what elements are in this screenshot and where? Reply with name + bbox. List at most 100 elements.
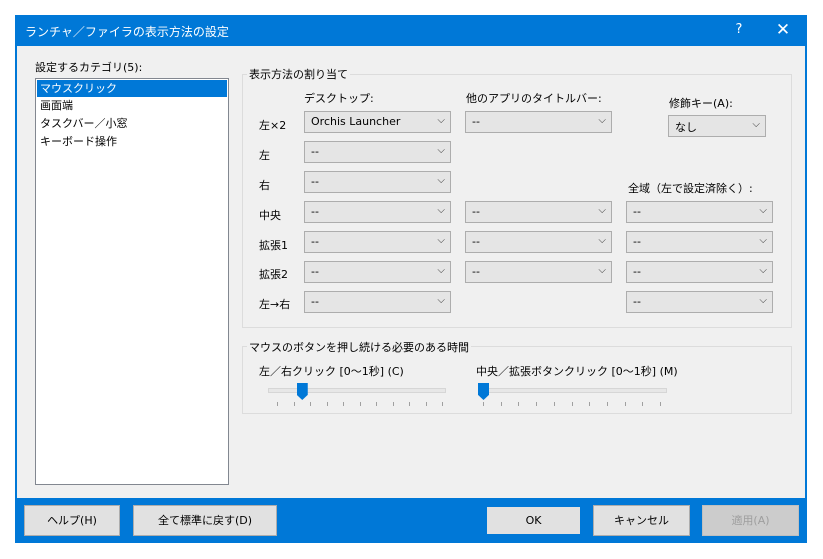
chevron-down-icon: ⌵ (598, 265, 606, 276)
select-value: -- (472, 265, 480, 278)
titlebar-column-header: 他のアプリのタイトルバー: (466, 92, 602, 105)
row-label-ext2: 拡張2 (259, 268, 288, 281)
row-label-left-to-right: 左→右 (259, 298, 291, 311)
assign-group-title: 表示方法の割り当て (247, 66, 350, 82)
right-desktop-select[interactable]: -- ⌵ (304, 171, 451, 193)
select-value: -- (472, 235, 480, 248)
category-item-mouse-click[interactable]: マウスクリック (37, 80, 227, 97)
slider2-label: 中央／拡張ボタンクリック [0〜1秒] (M) (476, 365, 678, 378)
row-label-left: 左 (259, 149, 270, 162)
select-value: -- (633, 265, 641, 278)
chevron-down-icon: ⌵ (759, 295, 767, 306)
middle-global-select[interactable]: -- ⌵ (626, 201, 773, 223)
select-value: -- (311, 235, 319, 248)
slider-tick (442, 402, 443, 406)
left-to-right-desktop-select[interactable]: -- ⌵ (304, 291, 451, 313)
ext2-global-select[interactable]: -- ⌵ (626, 261, 773, 283)
help-button[interactable]: ヘルプ(H) (24, 505, 120, 536)
select-value: -- (311, 205, 319, 218)
apply-button[interactable]: 適用(A) (702, 505, 799, 536)
left-to-right-global-select[interactable]: -- ⌵ (626, 291, 773, 313)
slider-tick (310, 402, 311, 406)
close-icon[interactable]: ✕ (766, 16, 800, 44)
left-double-desktop-select[interactable]: Orchis Launcher ⌵ (304, 111, 451, 133)
modifier-label: 修飾キー(A): (669, 97, 733, 110)
slider-tick (536, 402, 538, 406)
category-item-screen-edge[interactable]: 画面端 (37, 97, 227, 114)
slider-tick (483, 402, 484, 406)
slider-tick (277, 402, 278, 406)
ext2-desktop-select[interactable]: -- ⌵ (304, 261, 451, 283)
ext1-titlebar-select[interactable]: -- ⌵ (465, 231, 612, 253)
select-value: -- (633, 295, 641, 308)
category-item-taskbar[interactable]: タスクバー／小窓 (37, 115, 227, 132)
hold-time-group-title: マウスのボタンを押し続ける必要のある時間 (247, 339, 471, 355)
chevron-down-icon: ⌵ (752, 119, 760, 130)
chevron-down-icon: ⌵ (598, 235, 606, 246)
select-value: -- (633, 235, 641, 248)
chevron-down-icon: ⌵ (759, 235, 767, 246)
category-item-keyboard[interactable]: キーボード操作 (37, 133, 227, 150)
modifier-key-select[interactable]: なし ⌵ (668, 115, 766, 137)
desktop-column-header: デスクトップ: (304, 92, 374, 105)
left-double-titlebar-select[interactable]: -- ⌵ (465, 111, 612, 133)
chevron-down-icon: ⌵ (759, 265, 767, 276)
slider-tick (376, 402, 377, 406)
slider-tick (343, 402, 344, 406)
chevron-down-icon: ⌵ (437, 265, 445, 276)
row-label-left-double: 左×2 (259, 119, 287, 132)
select-value: -- (311, 265, 319, 278)
modifier-key-value: なし (675, 121, 697, 134)
category-heading: 設定するカテゴリ(5): (35, 61, 143, 74)
middle-titlebar-select[interactable]: -- ⌵ (465, 201, 612, 223)
row-label-ext1: 拡張1 (259, 239, 288, 252)
window-title: ランチャ／ファイラの表示方法の設定 (25, 25, 229, 39)
chevron-down-icon: ⌵ (598, 115, 606, 126)
left-desktop-select[interactable]: -- ⌵ (304, 141, 451, 163)
slider-tick (518, 402, 520, 406)
slider-tick (326, 402, 328, 406)
select-value: -- (311, 145, 319, 158)
slider-tick (571, 402, 573, 406)
slider-tick (589, 402, 591, 406)
slider-tick (606, 402, 608, 406)
chevron-down-icon: ⌵ (437, 145, 445, 156)
slider-tick (392, 402, 394, 406)
slider-tick (500, 402, 502, 406)
ok-button[interactable]: OK (485, 505, 582, 536)
select-value: -- (311, 175, 319, 188)
select-value: Orchis Launcher (311, 115, 401, 128)
select-value: -- (472, 205, 480, 218)
chevron-down-icon: ⌵ (437, 115, 445, 126)
slider-tick (425, 402, 427, 406)
cancel-button[interactable]: キャンセル (593, 505, 690, 536)
global-column-header: 全域（左で設定済除く）: (628, 182, 753, 195)
slider-tick (409, 402, 410, 406)
chevron-down-icon: ⌵ (437, 205, 445, 216)
hold-time-group-box (242, 346, 792, 414)
row-label-middle: 中央 (259, 209, 281, 222)
slider-tick (660, 402, 661, 406)
reset-defaults-button[interactable]: 全て標準に戻す(D) (133, 505, 277, 536)
slider-tick (553, 402, 555, 406)
ext1-global-select[interactable]: -- ⌵ (626, 231, 773, 253)
ext1-desktop-select[interactable]: -- ⌵ (304, 231, 451, 253)
ext2-titlebar-select[interactable]: -- ⌵ (465, 261, 612, 283)
slider-tick (293, 402, 295, 406)
chevron-down-icon: ⌵ (437, 235, 445, 246)
slider-tick (359, 402, 361, 406)
slider1-track[interactable] (268, 388, 446, 393)
slider-tick (642, 402, 644, 406)
row-label-right: 右 (259, 179, 270, 192)
help-question-button[interactable]: ? (724, 16, 754, 44)
chevron-down-icon: ⌵ (437, 295, 445, 306)
slider-tick (624, 402, 626, 406)
chevron-down-icon: ⌵ (759, 205, 767, 216)
slider2-track[interactable] (481, 388, 667, 393)
chevron-down-icon: ⌵ (437, 175, 445, 186)
middle-desktop-select[interactable]: -- ⌵ (304, 201, 451, 223)
select-value: -- (311, 295, 319, 308)
slider1-label: 左／右クリック [0〜1秒] (C) (259, 365, 404, 378)
select-value: -- (472, 115, 480, 128)
chevron-down-icon: ⌵ (598, 205, 606, 216)
